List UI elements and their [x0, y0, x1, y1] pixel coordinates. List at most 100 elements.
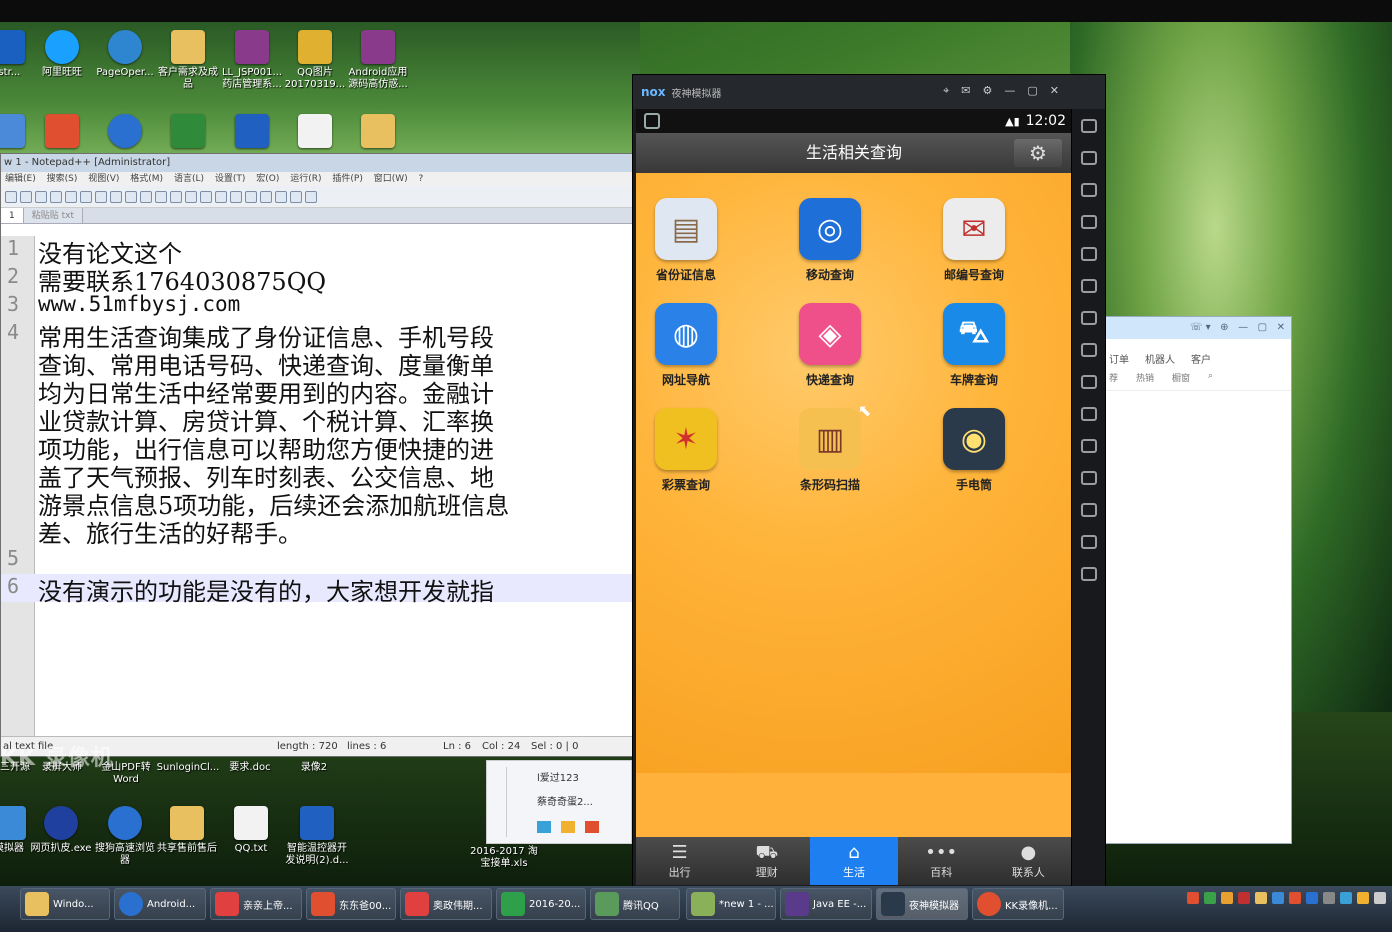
- tray-icon[interactable]: [1272, 892, 1284, 904]
- keyboard-icon[interactable]: [1080, 151, 1097, 165]
- tab-customer[interactable]: 客户: [1191, 351, 1211, 367]
- tray-icon[interactable]: [1340, 892, 1352, 904]
- tab-new-1[interactable]: 1: [1, 208, 24, 223]
- nav-life[interactable]: ⌂ 生活: [810, 837, 898, 885]
- tray-icon[interactable]: [1289, 892, 1301, 904]
- app-flashlight[interactable]: ◉ 手电筒: [924, 408, 1024, 493]
- app-license-plate[interactable]: ⛍ 车牌查询: [924, 303, 1024, 388]
- tray-icon[interactable]: [1187, 892, 1199, 904]
- tab-paste-txt[interactable]: 粘贴贴 txt: [23, 208, 83, 223]
- replace-icon[interactable]: [185, 190, 197, 203]
- menu-language[interactable]: 语言(L): [174, 174, 204, 184]
- zoom-in-icon[interactable]: [200, 190, 212, 203]
- desktop-icon[interactable]: 录像2: [286, 762, 342, 774]
- desktop-icon[interactable]: PageOper...: [91, 30, 159, 79]
- desktop-icon[interactable]: 要求.doc: [222, 762, 278, 774]
- menu-plugins[interactable]: 插件(P): [332, 174, 362, 184]
- minimize-icon[interactable]: —: [1004, 84, 1015, 98]
- taskbar-button[interactable]: KK录像机...: [972, 888, 1064, 920]
- new-file-icon[interactable]: [5, 190, 17, 203]
- app-lottery[interactable]: ✶ 彩票查询: [636, 408, 736, 493]
- app-barcode[interactable]: ▥ 条形码扫描: [780, 408, 880, 493]
- desktop-icon[interactable]: 智能温控器开 发说明(2).d...: [281, 806, 353, 867]
- macro-play-icon[interactable]: [305, 190, 317, 203]
- find-icon[interactable]: [170, 190, 182, 203]
- volume-down-icon[interactable]: [1080, 343, 1097, 357]
- editor-area[interactable]: 1 没有论文这个 2 需要联系1764030875QQ 3 www.51mfbysj.…: [1, 236, 633, 736]
- app-express[interactable]: ◈ 快递查询: [780, 303, 880, 388]
- menu-macro[interactable]: 宏(O): [256, 174, 279, 184]
- toolbox-icon[interactable]: [1080, 471, 1097, 485]
- taskbar-button[interactable]: 亲亲上帝...: [210, 888, 302, 920]
- tab-recommend[interactable]: 荐: [1109, 371, 1118, 386]
- menu-run[interactable]: 运行(R): [290, 174, 321, 184]
- taskbar-button[interactable]: 腾讯QQ: [590, 888, 680, 920]
- tray-icon[interactable]: [1357, 892, 1369, 904]
- desktop-icon[interactable]: LL_JSP001... 药店管理系...: [218, 30, 286, 91]
- multi-instance-icon[interactable]: [1080, 439, 1097, 453]
- close-icon[interactable]: ✕: [1050, 84, 1059, 98]
- indent-icon[interactable]: [260, 190, 272, 203]
- taskbar-button[interactable]: Windo...: [20, 888, 110, 920]
- desktop-icon[interactable]: [154, 114, 222, 151]
- tab-hot[interactable]: 热销: [1136, 371, 1154, 386]
- app-postcode[interactable]: ✉ 邮编号查询: [924, 198, 1024, 283]
- search-icon[interactable]: ⌕: [1208, 371, 1213, 386]
- desktop-icon[interactable]: [91, 114, 159, 151]
- settings-icon[interactable]: ⚙: [983, 84, 993, 98]
- wrap-icon[interactable]: [245, 190, 257, 203]
- desktop-icon[interactable]: 2016-2017 淘宝接单.xls: [470, 846, 538, 870]
- close-icon[interactable]: [65, 190, 77, 203]
- menu-view[interactable]: 视图(V): [88, 174, 119, 184]
- volume-up-icon[interactable]: [1080, 311, 1097, 325]
- macro-stop-icon[interactable]: [290, 190, 302, 203]
- menu-settings[interactable]: 设置(T): [215, 174, 246, 184]
- tab-showcase[interactable]: 橱窗: [1172, 371, 1190, 386]
- redo-icon[interactable]: [155, 190, 167, 203]
- nav-finance[interactable]: ⛟ 理财: [723, 837, 810, 885]
- pin-icon[interactable]: ⌖: [943, 84, 949, 98]
- tray-icon[interactable]: [1374, 892, 1386, 904]
- app-china-mobile[interactable]: ◎ 移动查询: [780, 198, 880, 283]
- taskbar-button[interactable]: Android...: [114, 888, 206, 920]
- taskbar-button-active[interactable]: 夜神模拟器: [876, 888, 968, 920]
- tray-icon[interactable]: [1323, 892, 1335, 904]
- app-icon[interactable]: [585, 821, 599, 833]
- desktop-icon[interactable]: QQ图片 20170319...: [281, 30, 349, 91]
- app-icon[interactable]: [537, 821, 551, 833]
- shake-icon[interactable]: [1080, 119, 1097, 133]
- settings-button[interactable]: ⚙: [1014, 139, 1062, 167]
- sync-icon[interactable]: [230, 190, 242, 203]
- desktop-icon[interactable]: [281, 114, 349, 151]
- taskbar-button[interactable]: 东东爸00...: [306, 888, 396, 920]
- nav-encyclopedia[interactable]: ••• 百科: [898, 837, 985, 885]
- copy-icon[interactable]: [110, 190, 122, 203]
- desktop-icon[interactable]: 共享售前售后: [154, 806, 220, 855]
- tab-robot[interactable]: 机器人: [1145, 351, 1175, 367]
- menu-help[interactable]: ?: [419, 174, 424, 184]
- tab-orders[interactable]: 订单: [1109, 351, 1129, 367]
- home-key-icon[interactable]: [1080, 535, 1097, 549]
- menu-window[interactable]: 窗口(W): [374, 174, 408, 184]
- desktop-icon[interactable]: [218, 114, 286, 151]
- taskbar-button[interactable]: 奥政伟期...: [400, 888, 492, 920]
- cut-icon[interactable]: [95, 190, 107, 203]
- print-icon[interactable]: [80, 190, 92, 203]
- mail-icon[interactable]: ✉: [961, 84, 970, 98]
- nav-contacts[interactable]: ● 联系人: [985, 837, 1072, 885]
- desktop-icon[interactable]: Android应用 源码高仿惑...: [344, 30, 412, 91]
- app-icon[interactable]: [561, 821, 575, 833]
- location-icon[interactable]: [1080, 215, 1097, 229]
- qq-contact[interactable]: 蔡奇奇蛋2...: [537, 793, 593, 808]
- menu-search[interactable]: 搜索(S): [47, 174, 78, 184]
- desktop-icon[interactable]: QQ.txt: [218, 806, 284, 855]
- open-file-icon[interactable]: [20, 190, 32, 203]
- tray-icon[interactable]: [1306, 892, 1318, 904]
- save-all-icon[interactable]: [50, 190, 62, 203]
- desktop-icon[interactable]: 阿里旺旺: [28, 30, 96, 79]
- taskbar-button[interactable]: Java EE -...: [780, 888, 872, 920]
- back-icon[interactable]: [1080, 503, 1097, 517]
- desktop-icon[interactable]: 搜狗高速浏览器: [92, 806, 158, 867]
- install-apk-icon[interactable]: [1080, 375, 1097, 389]
- tray-icon[interactable]: [1221, 892, 1233, 904]
